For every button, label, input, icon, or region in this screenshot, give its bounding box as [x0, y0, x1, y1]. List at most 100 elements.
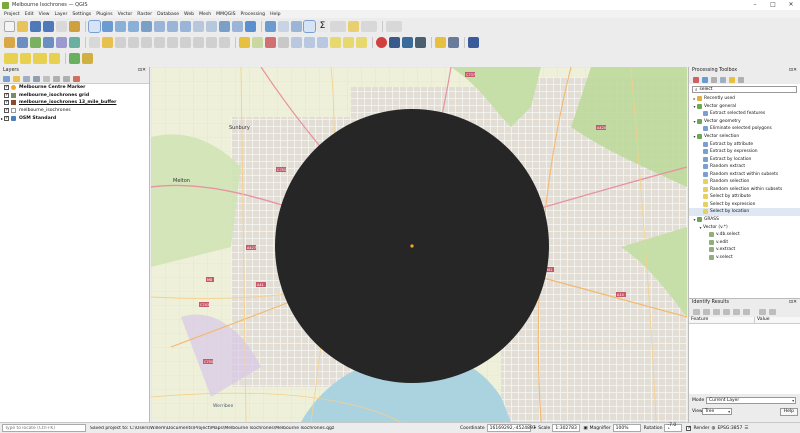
view-select[interactable]: Tree ▾ [702, 408, 732, 415]
vertex-tool-icon[interactable] [141, 36, 152, 48]
pan-map-icon[interactable] [88, 19, 101, 33]
new-geopackage-icon[interactable] [17, 36, 28, 48]
menu-mesh[interactable]: Mesh [199, 12, 211, 17]
add-wms-layer-icon[interactable] [69, 36, 80, 48]
menu-settings[interactable]: Settings [72, 12, 91, 17]
menu-web[interactable]: Web [184, 12, 194, 17]
new-project-icon[interactable] [4, 20, 15, 32]
clear-results-icon[interactable] [723, 309, 730, 315]
zoom-full-icon[interactable] [141, 20, 152, 32]
options-icon[interactable] [738, 76, 744, 83]
toolbox-tree-item[interactable]: Eliminate selected polygons [689, 125, 800, 133]
layer-item-centre-marker[interactable]: Melbourne Centre Marker [0, 84, 149, 92]
processing-toolbox-icon[interactable] [303, 19, 316, 33]
undo-icon[interactable] [206, 36, 217, 48]
toggle-editing-icon[interactable] [102, 36, 113, 48]
layer-visibility-checkbox[interactable] [4, 84, 9, 91]
results-viewer-icon[interactable] [720, 76, 726, 83]
maximize-button[interactable]: □ [764, 0, 782, 10]
toolbox-tree-item[interactable]: v.select [689, 253, 800, 261]
toolbox-tree-item[interactable]: Extract by location [689, 155, 800, 163]
python-console-icon[interactable] [402, 36, 413, 48]
label-options-icon[interactable] [356, 36, 367, 48]
layer-visibility-checkbox[interactable] [4, 107, 9, 114]
graphical-modeler-icon[interactable] [82, 52, 93, 64]
identify-features-icon[interactable] [265, 20, 276, 32]
panel-close-icon[interactable]: ⊡✕ [138, 68, 146, 74]
select-by-value-icon[interactable] [49, 52, 60, 64]
menu-view[interactable]: View [39, 12, 50, 17]
add-raster-layer-icon[interactable] [43, 36, 54, 48]
zoom-selection-icon[interactable] [154, 20, 165, 32]
menu-mmqgis[interactable]: MMQGIS [216, 12, 235, 17]
history-icon[interactable] [711, 76, 717, 83]
save-project-icon[interactable] [30, 20, 41, 32]
select-by-expression-icon[interactable] [20, 52, 31, 64]
locator-input[interactable] [5, 425, 83, 431]
print-results-icon[interactable] [743, 309, 750, 315]
menu-project[interactable]: Project [4, 12, 20, 17]
toolbox-search-input[interactable] [699, 86, 790, 93]
quickmapservices-icon[interactable] [448, 36, 459, 48]
add-delimited-text-icon[interactable] [56, 36, 67, 48]
zoom-out-icon[interactable] [128, 20, 139, 32]
remove-layer-icon[interactable] [73, 76, 80, 82]
add-feature-icon[interactable] [128, 36, 139, 48]
attribute-table-icon[interactable] [278, 20, 289, 32]
save-edits-icon[interactable] [115, 36, 126, 48]
toolbox-tree-item[interactable]: Select by location [689, 208, 800, 216]
show-hide-labels-icon[interactable] [278, 36, 289, 48]
layer-labeling-icon[interactable] [252, 36, 263, 48]
label-pin-icon[interactable] [265, 36, 276, 48]
refresh-icon[interactable] [245, 20, 256, 32]
toolbox-tree-item[interactable]: ▸ Recently used [689, 95, 800, 103]
layer-visibility-checkbox[interactable] [4, 115, 9, 121]
label-tool-icon[interactable] [239, 36, 250, 48]
expand-all-icon[interactable] [53, 76, 60, 82]
toolbox-tree-item[interactable]: v.extract [689, 246, 800, 254]
osm-download-icon[interactable] [389, 36, 400, 48]
map-svg[interactable]: Sunbury Melton Werribee C737 A420 C751 A… [151, 67, 687, 422]
cut-features-icon[interactable] [167, 36, 178, 48]
minimize-button[interactable]: – [746, 0, 764, 10]
plugin-manager-icon[interactable] [415, 36, 426, 48]
help-button[interactable]: Help [779, 407, 798, 416]
paste-features-icon[interactable] [193, 36, 204, 48]
lock-scale-icon[interactable]: ▣ [583, 426, 587, 431]
copy-feature-icon[interactable] [733, 309, 740, 315]
new-map-view-icon[interactable] [219, 20, 230, 32]
toolbox-tree-item[interactable]: Extract by expression [689, 148, 800, 156]
map-canvas[interactable]: Sunbury Melton Werribee C737 A420 C751 A… [151, 67, 687, 422]
open-layer-styling-icon[interactable] [3, 76, 10, 82]
python-plugin-icon[interactable] [435, 36, 446, 48]
toolbox-tree-item[interactable]: ▾ Vector general [689, 103, 800, 111]
toolbox-search[interactable]: ⌕ [692, 86, 797, 93]
toolbox-tree-item[interactable]: Extract selected features [689, 110, 800, 118]
layer-visibility-checkbox[interactable] [4, 99, 9, 106]
toolbox-tree-item[interactable]: Random selection within subsets [689, 186, 800, 194]
layer-item-isochrones[interactable]: melbourne_isochrones [0, 107, 149, 115]
move-label-icon[interactable] [291, 36, 302, 48]
scripts-icon[interactable] [702, 76, 708, 83]
toolbox-tree-item[interactable]: ▾ Vector selection [689, 133, 800, 141]
panel-close-icon[interactable]: ⊡✕ [789, 300, 797, 306]
statistical-summary-icon[interactable]: Σ [317, 20, 328, 32]
delete-selected-icon[interactable] [154, 36, 165, 48]
measure-icon[interactable] [330, 20, 346, 32]
toolbox-tree-item[interactable]: Random extract within subsets [689, 170, 800, 178]
menu-raster[interactable]: Raster [137, 12, 152, 17]
close-button[interactable]: ✕ [782, 0, 800, 10]
zoom-layer-icon[interactable] [167, 20, 178, 32]
panel-close-icon[interactable]: ⊡✕ [789, 68, 797, 74]
zoom-in-icon[interactable] [115, 20, 126, 32]
layer-visibility-checkbox[interactable] [4, 92, 9, 98]
open-project-icon[interactable] [17, 20, 28, 32]
menu-help[interactable]: Help [270, 12, 280, 17]
redo-icon[interactable] [219, 36, 230, 48]
messages-icon[interactable]: ☰ [744, 426, 748, 431]
menu-processing[interactable]: Processing [241, 12, 266, 17]
toolbox-tree-item[interactable]: v.edit [689, 238, 800, 246]
expand-arrow-icon[interactable]: ▸ [1, 116, 3, 121]
locator-bar[interactable] [2, 424, 86, 432]
copy-features-icon[interactable] [180, 36, 191, 48]
